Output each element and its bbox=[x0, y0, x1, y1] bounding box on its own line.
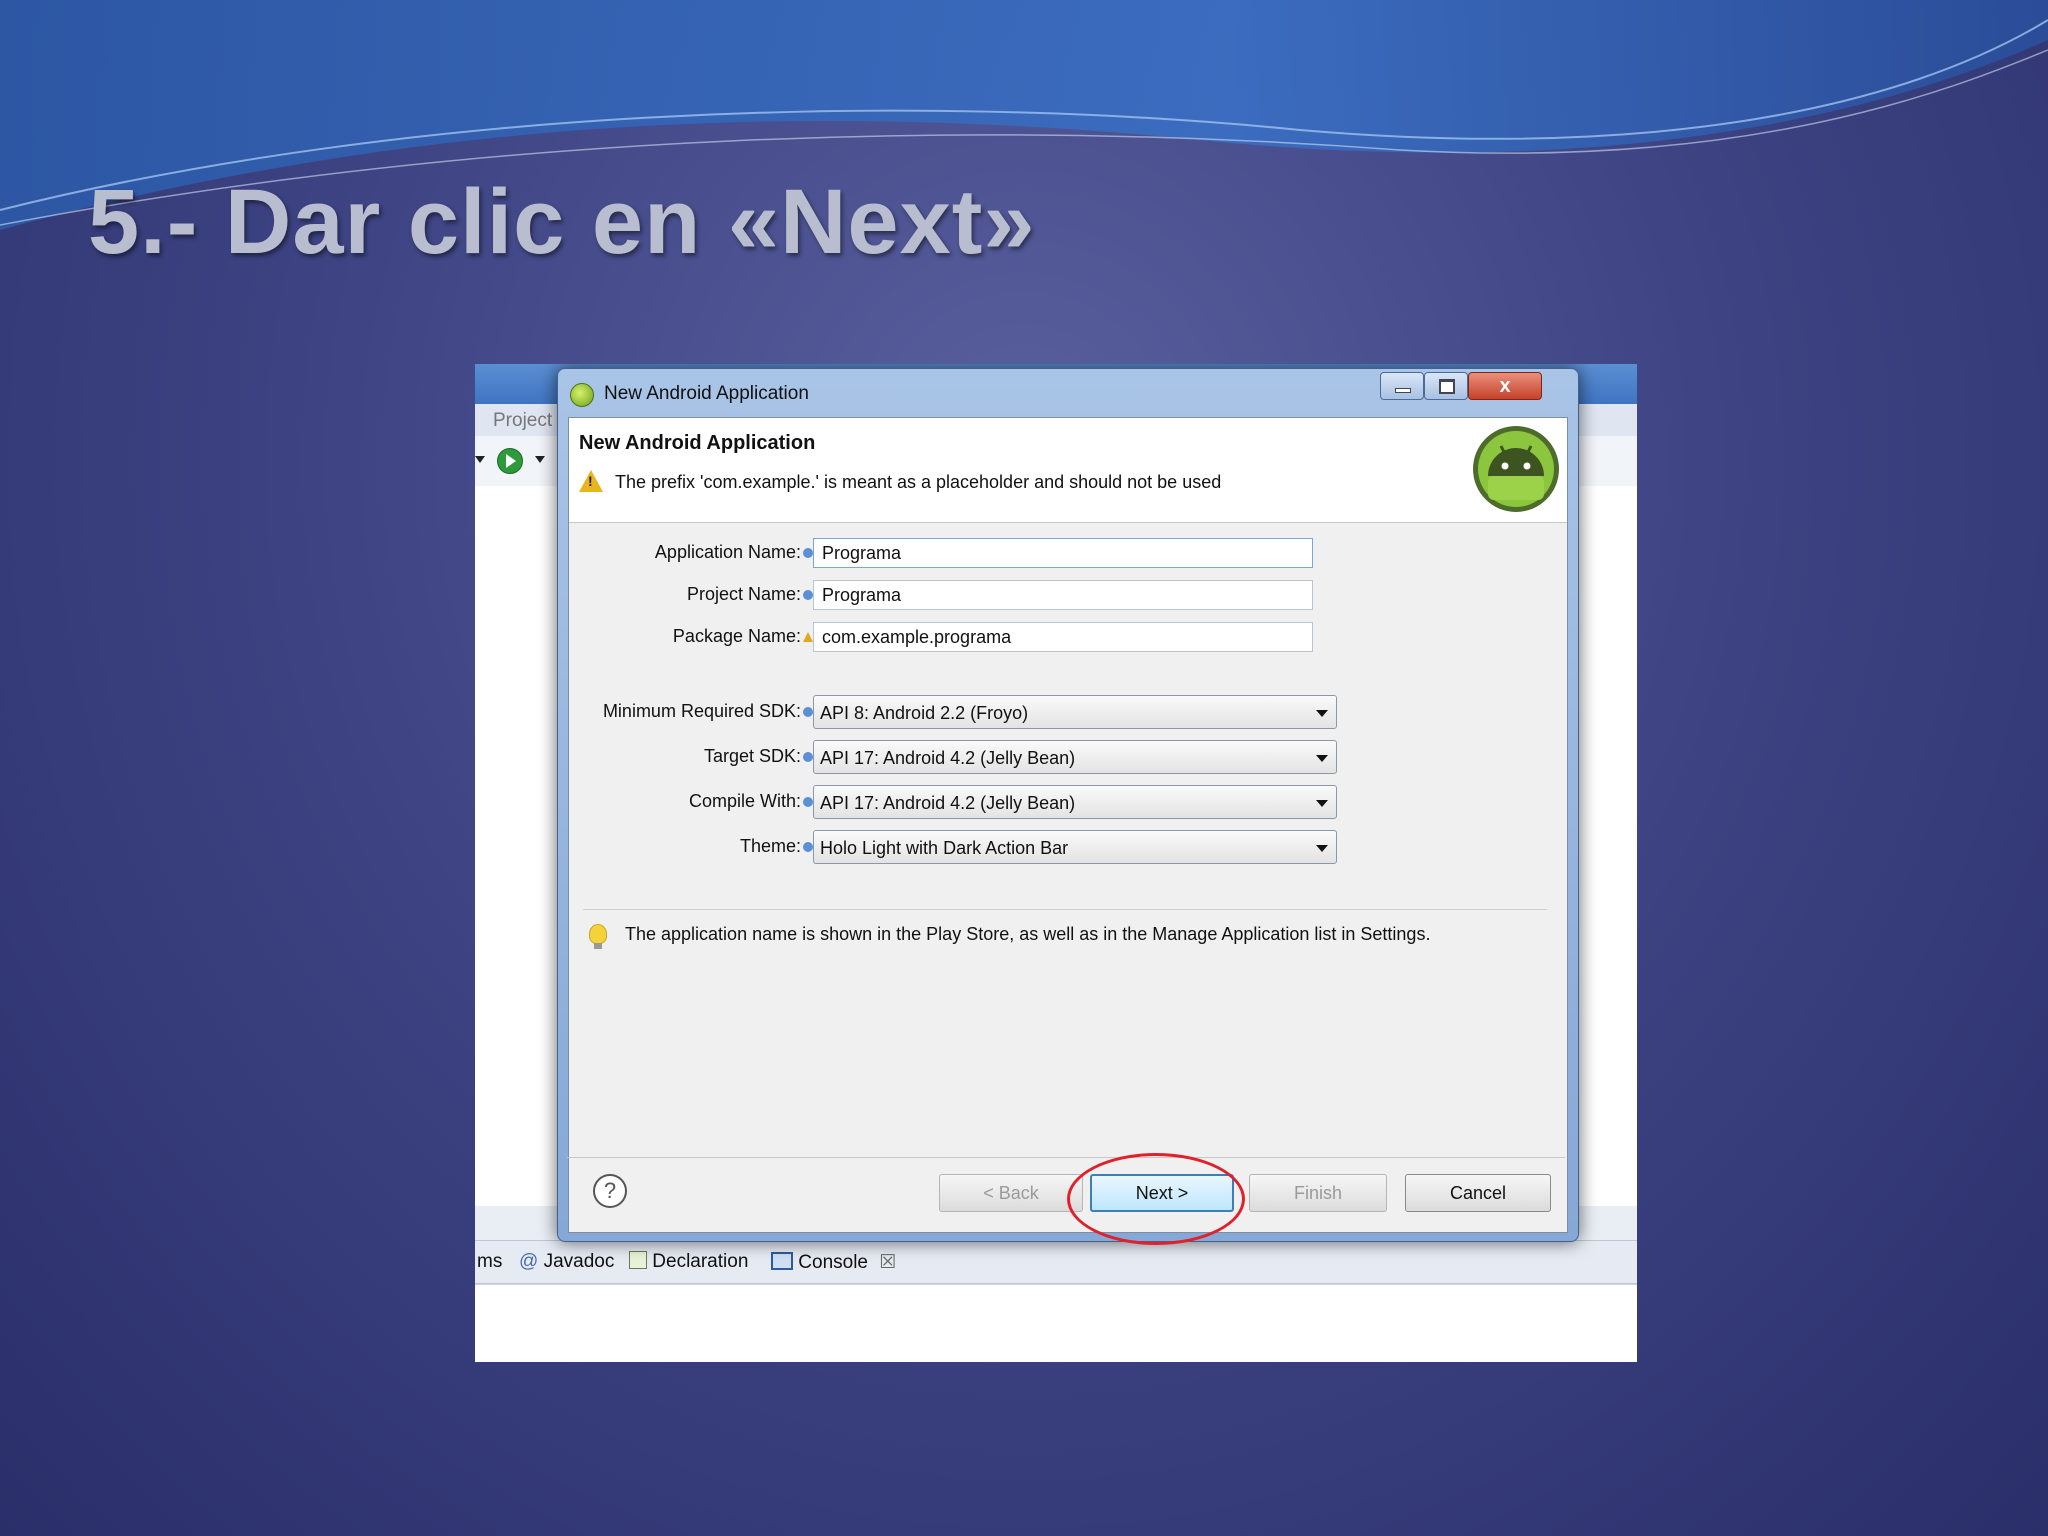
eclipse-bottom-tabs: ms @ Javadoc Declaration Console ☒ bbox=[475, 1240, 1637, 1284]
tab-javadoc[interactable]: @ Javadoc bbox=[519, 1251, 614, 1273]
run-icon[interactable] bbox=[497, 448, 523, 474]
console-icon bbox=[771, 1252, 793, 1270]
help-icon[interactable]: ? bbox=[593, 1174, 627, 1208]
window-close-button[interactable]: x bbox=[1468, 372, 1542, 400]
maximize-button[interactable] bbox=[1424, 372, 1468, 400]
finish-button[interactable]: Finish bbox=[1249, 1174, 1387, 1212]
tab-declaration[interactable]: Declaration bbox=[629, 1251, 748, 1273]
console-area bbox=[475, 1284, 1637, 1362]
at-icon: @ bbox=[519, 1251, 539, 1272]
dialog-lower-region: The application name is shown in the Pla… bbox=[567, 416, 1565, 1245]
next-highlight-circle bbox=[1067, 1153, 1245, 1245]
declaration-icon bbox=[629, 1251, 647, 1269]
window-title: New Android Application bbox=[604, 383, 809, 404]
back-button[interactable]: < Back bbox=[939, 1174, 1083, 1212]
app-icon bbox=[570, 383, 594, 407]
cancel-button[interactable]: Cancel bbox=[1405, 1174, 1551, 1212]
slide-title: 5.- Dar clic en «Next» bbox=[88, 171, 1036, 273]
chevron-down-icon[interactable] bbox=[475, 456, 485, 463]
project-tab-label: Project bbox=[493, 410, 553, 431]
chevron-down-icon[interactable] bbox=[535, 456, 545, 463]
tab-problems[interactable]: ms bbox=[477, 1251, 502, 1273]
close-icon[interactable]: ☒ bbox=[879, 1252, 896, 1273]
minimize-button[interactable] bbox=[1380, 372, 1424, 400]
help-tip-text: The application name is shown in the Pla… bbox=[625, 924, 1431, 944]
lightbulb-icon bbox=[589, 924, 607, 949]
separator bbox=[583, 909, 1547, 910]
tab-console[interactable]: Console ☒ bbox=[771, 1251, 896, 1274]
footer-separator bbox=[567, 1157, 1565, 1158]
